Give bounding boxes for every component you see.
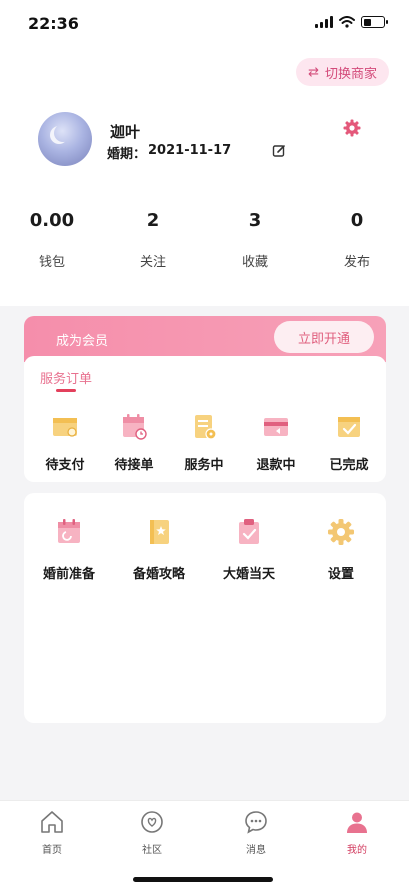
user-name: 迦叶 bbox=[110, 123, 141, 141]
order-completed[interactable]: 已完成 bbox=[319, 412, 379, 473]
status-icons bbox=[315, 16, 388, 28]
stat-value: 2 bbox=[146, 210, 160, 231]
guide-book-icon bbox=[150, 520, 169, 544]
switch-merchant-label: 切换商家 bbox=[324, 66, 377, 82]
status-bar: 22:36 bbox=[0, 0, 409, 46]
tab-mine[interactable]: 我的 bbox=[327, 809, 387, 856]
tab-community[interactable]: 社区 bbox=[122, 809, 182, 856]
activate-membership-button[interactable]: 立即开通 bbox=[274, 321, 374, 353]
calendar-icon bbox=[58, 519, 80, 543]
tool-wedding-day[interactable]: 大婚当天 bbox=[204, 517, 294, 582]
stat-follow[interactable]: 2 关注 bbox=[113, 210, 193, 270]
wedding-date-label: 婚期： bbox=[107, 147, 147, 162]
wifi-icon bbox=[339, 16, 355, 28]
document-icon bbox=[195, 415, 217, 440]
service-orders-card: 服务订单 待支付 待接单 服务中 退款中 已完成 bbox=[24, 356, 386, 482]
wedding-date-value: 2021-11-17 bbox=[148, 143, 232, 158]
edit-icon[interactable] bbox=[272, 144, 286, 158]
order-pending-payment[interactable]: 待支付 bbox=[35, 412, 95, 473]
stat-label: 收藏 bbox=[241, 255, 268, 270]
avatar[interactable] bbox=[38, 112, 92, 166]
order-label: 服务中 bbox=[184, 458, 224, 473]
stat-value: 3 bbox=[248, 210, 262, 231]
order-label: 已完成 bbox=[329, 458, 369, 473]
order-in-service[interactable]: 服务中 bbox=[174, 412, 234, 473]
clipboard-check-icon bbox=[239, 519, 259, 544]
battery-icon bbox=[361, 16, 388, 28]
service-orders-title: 服务订单 bbox=[40, 372, 93, 387]
wedding-tools-card: 婚前准备 备婚攻略 大婚当天 设置 bbox=[24, 493, 386, 723]
order-label: 待接单 bbox=[114, 458, 154, 473]
tab-label: 社区 bbox=[142, 845, 162, 856]
community-icon bbox=[141, 811, 163, 833]
home-icon bbox=[41, 811, 63, 833]
stat-label: 钱包 bbox=[38, 255, 65, 270]
home-indicator bbox=[133, 877, 273, 882]
stat-label: 发布 bbox=[343, 255, 370, 270]
tool-settings[interactable]: 设置 bbox=[296, 517, 386, 582]
tool-wedding-guide[interactable]: 备婚攻略 bbox=[114, 517, 204, 582]
tab-label: 首页 bbox=[42, 845, 62, 856]
stats-row: 0.00 钱包 2 关注 3 收藏 0 发布 bbox=[0, 210, 409, 280]
tool-label: 婚前准备 bbox=[42, 567, 95, 582]
stat-value: 0.00 bbox=[29, 210, 75, 231]
tab-messages[interactable]: 消息 bbox=[226, 809, 286, 856]
wedding-date: 婚期： 2021-11-17 bbox=[107, 143, 231, 162]
stat-label: 关注 bbox=[139, 255, 166, 270]
gear-icon bbox=[328, 519, 354, 545]
stat-value: 0 bbox=[350, 210, 364, 231]
stat-wallet[interactable]: 0.00 钱包 bbox=[12, 210, 92, 270]
tool-label: 大婚当天 bbox=[222, 567, 275, 582]
switch-arrows-icon: ⇄ bbox=[308, 64, 319, 80]
member-title: 成为会员 bbox=[56, 334, 109, 349]
tool-label: 备婚攻略 bbox=[132, 567, 185, 582]
switch-merchant-button[interactable]: ⇄ 切换商家 bbox=[296, 58, 389, 86]
order-label: 退款中 bbox=[256, 458, 296, 473]
stat-posts[interactable]: 0 发布 bbox=[317, 210, 397, 270]
wallet-icon bbox=[53, 418, 77, 437]
refund-card-icon bbox=[264, 418, 288, 436]
settings-gear-icon[interactable] bbox=[342, 118, 362, 138]
status-time: 22:36 bbox=[28, 14, 79, 33]
tab-label: 我的 bbox=[347, 845, 367, 856]
order-awaiting-acceptance[interactable]: 待接单 bbox=[104, 412, 164, 473]
signal-icon bbox=[315, 16, 333, 28]
calendar-clock-icon bbox=[123, 414, 147, 440]
tab-home[interactable]: 首页 bbox=[22, 809, 82, 856]
tool-label: 设置 bbox=[327, 567, 354, 582]
tab-label: 消息 bbox=[246, 845, 266, 856]
chat-icon bbox=[245, 811, 267, 834]
order-refunding[interactable]: 退款中 bbox=[246, 412, 306, 473]
title-underline bbox=[56, 389, 76, 392]
tool-pre-wedding-prep[interactable]: 婚前准备 bbox=[24, 517, 114, 582]
stat-favorites[interactable]: 3 收藏 bbox=[215, 210, 295, 270]
user-icon bbox=[347, 812, 367, 833]
order-label: 待支付 bbox=[45, 458, 85, 473]
check-box-icon bbox=[338, 417, 360, 437]
